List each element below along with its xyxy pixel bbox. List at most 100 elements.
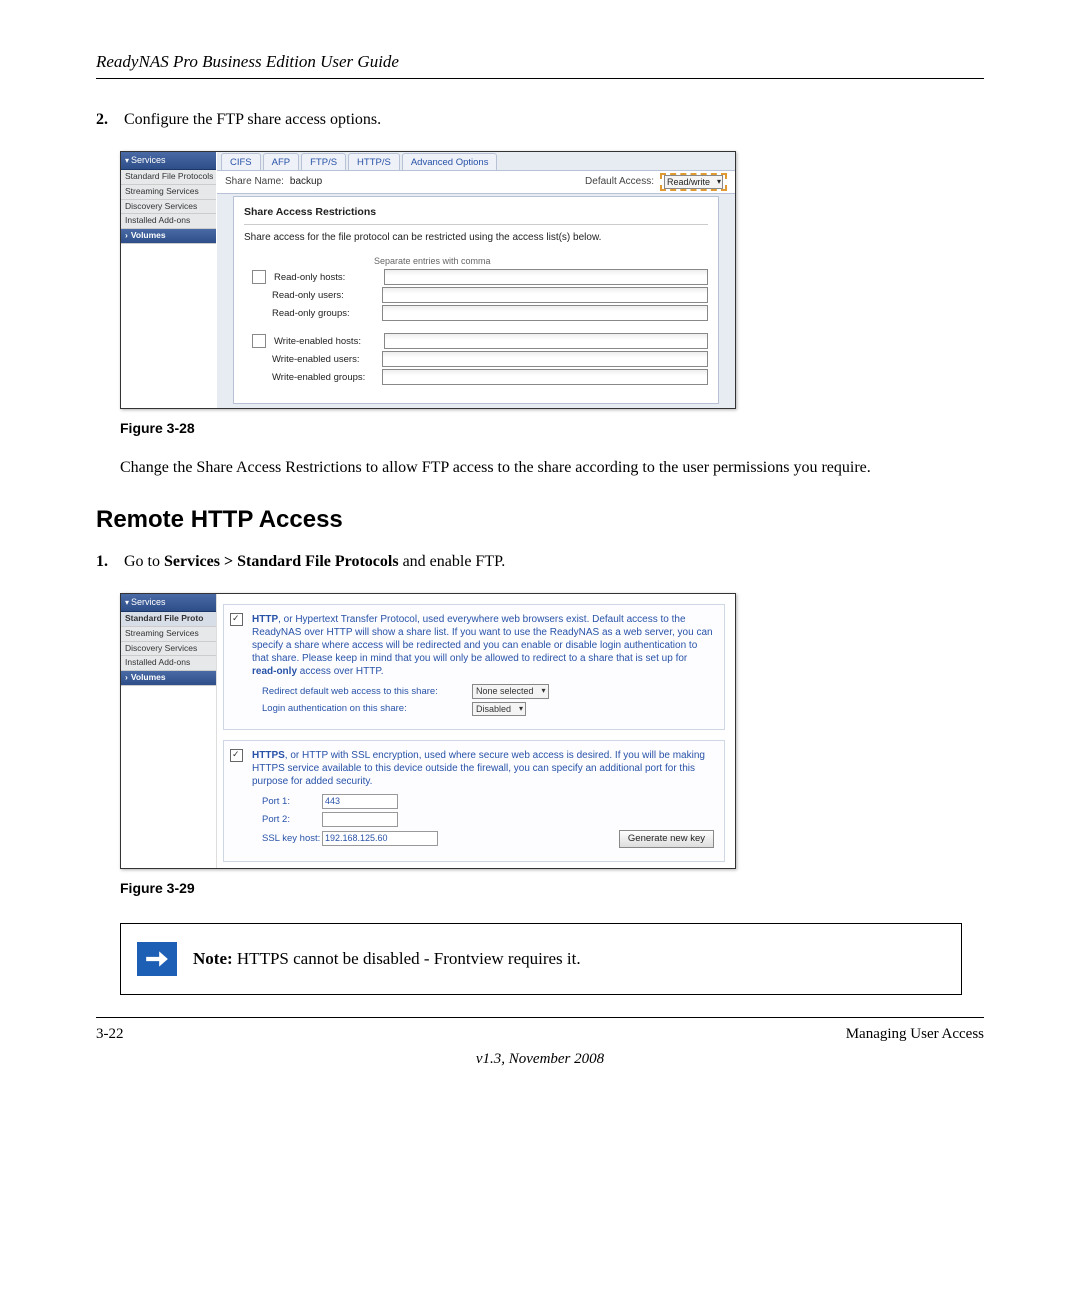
generate-key-button[interactable]: Generate new key	[619, 830, 714, 847]
login-select[interactable]: Disabled	[472, 702, 526, 717]
nav-item[interactable]: Streaming Services	[121, 627, 216, 642]
nav-item[interactable]: Discovery Services	[121, 642, 216, 657]
field-row: Read-only hosts:	[252, 269, 708, 285]
field-row: Write-enabled users:	[252, 351, 708, 367]
default-access-label: Default Access:	[585, 175, 654, 189]
spacer	[252, 289, 264, 301]
triangle-icon: ▾	[125, 598, 129, 607]
ssl-row: SSL key host: 192.168.125.60 Generate ne…	[262, 830, 714, 847]
field-label: Write-enabled hosts:	[274, 335, 384, 348]
step-2: 2. Configure the FTP share access option…	[96, 109, 984, 131]
port1-label: Port 1:	[262, 795, 322, 808]
header-divider	[96, 78, 984, 79]
write-groups-input[interactable]	[382, 369, 708, 385]
readonly-users-input[interactable]	[382, 287, 708, 303]
panel-title: Share Access Restrictions	[244, 205, 708, 225]
share-name-value: backup	[290, 175, 322, 189]
https-section: HTTPS, or HTTP with SSL encryption, used…	[223, 740, 725, 861]
step-1: 1. Go to Services > Standard File Protoc…	[96, 551, 984, 573]
note-arrow-icon	[137, 942, 177, 976]
port2-input[interactable]	[322, 812, 398, 827]
port1-row: Port 1: 443	[262, 794, 714, 809]
note-text: Note: HTTPS cannot be disabled - Frontvi…	[193, 947, 581, 971]
write-checkbox[interactable]	[252, 334, 266, 348]
figure-caption: Figure 3-29	[120, 879, 984, 899]
nav-header-services[interactable]: ▾Services	[121, 152, 216, 170]
main-panel: CIFS AFP FTP/S HTTP/S Advanced Options S…	[216, 152, 735, 408]
spacer	[252, 353, 264, 365]
note-box: Note: HTTPS cannot be disabled - Frontvi…	[120, 923, 962, 995]
figure-3-29-screenshot: ▾Services Standard File Proto Streaming …	[120, 593, 736, 869]
step-number: 1.	[96, 551, 124, 573]
http-checkbox[interactable]	[230, 613, 243, 626]
footer-row: 3-22 Managing User Access	[96, 1024, 984, 1045]
nav-item-volumes[interactable]: ›Volumes	[121, 229, 216, 244]
chevron-right-icon: ›	[125, 672, 128, 682]
spacer	[252, 371, 264, 383]
nav-item[interactable]: Streaming Services	[121, 185, 216, 200]
main-panel: HTTP, or Hypertext Transfer Protocol, us…	[216, 594, 735, 868]
step-text: Go to Services > Standard File Protocols…	[124, 551, 984, 573]
https-desc: HTTPS, or HTTP with SSL encryption, used…	[252, 749, 714, 788]
field-row: Write-enabled groups:	[252, 369, 708, 385]
redirect-label: Redirect default web access to this shar…	[262, 685, 472, 698]
tab-bar: CIFS AFP FTP/S HTTP/S Advanced Options	[217, 152, 735, 170]
nav-item-volumes[interactable]: ›Volumes	[121, 671, 216, 686]
field-label: Write-enabled groups:	[272, 371, 382, 384]
https-checkbox[interactable]	[230, 749, 243, 762]
figure-3-28-screenshot: ▾Services Standard File Protocols Stream…	[120, 151, 736, 409]
tab-ftps[interactable]: FTP/S	[301, 153, 346, 170]
readonly-checkbox[interactable]	[252, 270, 266, 284]
nav-header-services[interactable]: ▾Services	[121, 594, 216, 612]
write-users-input[interactable]	[382, 351, 708, 367]
footer-divider	[96, 1017, 984, 1018]
field-label: Read-only users:	[272, 289, 382, 302]
field-label: Read-only groups:	[272, 307, 382, 320]
section-name: Managing User Access	[846, 1024, 984, 1045]
panel-hint: Separate entries with comma	[374, 255, 708, 268]
readonly-groups-input[interactable]	[382, 305, 708, 321]
field-label: Write-enabled users:	[272, 353, 382, 366]
redirect-row: Redirect default web access to this shar…	[262, 684, 714, 699]
highlight-box: Read/write	[660, 173, 727, 192]
nav-item[interactable]: Installed Add-ons	[121, 214, 216, 229]
default-access-select[interactable]: Read/write	[664, 175, 723, 190]
nav-item[interactable]: Standard File Proto	[121, 612, 216, 627]
page-number: 3-22	[96, 1024, 124, 1045]
nav-item[interactable]: Installed Add-ons	[121, 656, 216, 671]
tab-https[interactable]: HTTP/S	[348, 153, 400, 170]
login-row: Login authentication on this share: Disa…	[262, 702, 714, 717]
write-hosts-input[interactable]	[384, 333, 708, 349]
redirect-select[interactable]: None selected	[472, 684, 549, 699]
sidebar-nav: ▾Services Standard File Protocols Stream…	[121, 152, 217, 227]
http-desc: HTTP, or Hypertext Transfer Protocol, us…	[252, 613, 714, 678]
port2-label: Port 2:	[262, 813, 322, 826]
spacer	[252, 307, 264, 319]
login-label: Login authentication on this share:	[262, 702, 472, 715]
nav-item[interactable]: Discovery Services	[121, 200, 216, 215]
port2-row: Port 2:	[262, 812, 714, 827]
share-row: Share Name: backup Default Access: Read/…	[217, 170, 735, 194]
paragraph: Change the Share Access Restrictions to …	[120, 457, 984, 479]
tab-afp[interactable]: AFP	[263, 153, 299, 170]
panel-desc: Share access for the file protocol can b…	[244, 231, 708, 245]
triangle-icon: ▾	[125, 156, 129, 165]
field-row: Read-only groups:	[252, 305, 708, 321]
step-text: Configure the FTP share access options.	[124, 109, 984, 131]
ssl-host-input[interactable]: 192.168.125.60	[322, 831, 438, 846]
chevron-right-icon: ›	[125, 230, 128, 240]
tab-advanced[interactable]: Advanced Options	[402, 153, 498, 170]
page-header: ReadyNAS Pro Business Edition User Guide	[96, 50, 984, 74]
sidebar-nav: ▾Services Standard File Proto Streaming …	[121, 594, 217, 679]
version-date: v1.3, November 2008	[96, 1049, 984, 1070]
heading-remote-http: Remote HTTP Access	[96, 503, 984, 537]
readonly-hosts-input[interactable]	[384, 269, 708, 285]
step-number: 2.	[96, 109, 124, 131]
tab-cifs[interactable]: CIFS	[221, 153, 261, 170]
nav-item[interactable]: Standard File Protocols	[121, 170, 216, 185]
http-section: HTTP, or Hypertext Transfer Protocol, us…	[223, 604, 725, 730]
port1-input[interactable]: 443	[322, 794, 398, 809]
ssl-label: SSL key host:	[262, 832, 322, 845]
field-label: Read-only hosts:	[274, 271, 384, 284]
share-access-panel: Share Access Restrictions Share access f…	[233, 196, 719, 404]
